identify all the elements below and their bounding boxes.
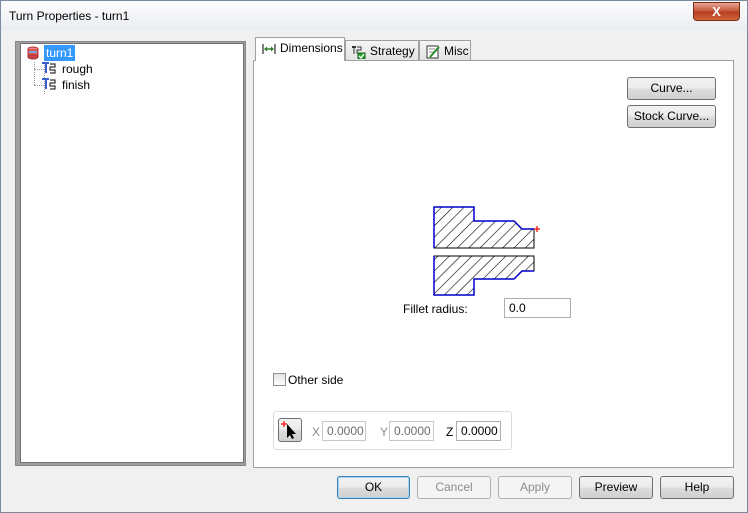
toolpath-icon	[42, 78, 56, 90]
turn-stock-icon	[27, 46, 39, 60]
close-icon: X	[712, 4, 721, 19]
pick-point-button[interactable]	[278, 418, 302, 442]
misc-icon	[426, 45, 440, 59]
dimensions-page: Curve... Stock Curve... Fillet radius: 0…	[253, 60, 734, 468]
operation-tree-panel: turn1 rough finish	[15, 41, 246, 466]
tree-connector	[34, 62, 35, 85]
tree-item-finish[interactable]: finish	[41, 77, 121, 93]
tab-strategy[interactable]: Strategy	[345, 40, 419, 60]
other-side-checkbox[interactable]	[273, 373, 286, 386]
position-group: X 0.0000 Y 0.0000 Z 0.0000	[273, 411, 512, 450]
y-coordinate-field[interactable]: 0.0000	[389, 421, 434, 441]
other-side-label: Other side	[288, 373, 344, 387]
title-bar[interactable]: Turn Properties - turn1 X	[1, 1, 747, 30]
tree-item-rough[interactable]: rough	[41, 61, 121, 77]
x-coordinate-field[interactable]: 0.0000	[322, 421, 366, 441]
profile-upper	[433, 206, 535, 249]
pick-point-icon	[281, 421, 296, 439]
tab-label: Dimensions	[280, 41, 343, 55]
cancel-button[interactable]: Cancel	[417, 476, 491, 499]
turn-profile-preview	[433, 206, 540, 296]
dialog-window: Turn Properties - turn1 X turn1 rough fi…	[0, 0, 748, 513]
properties-tabs: Dimensions Strategy Misc Curve... Stock …	[253, 37, 734, 469]
origin-marker-icon	[534, 226, 540, 232]
tree-item-label: turn1	[44, 45, 76, 61]
tree-item-label: finish	[62, 78, 91, 92]
curve-button[interactable]: Curve...	[627, 77, 716, 100]
z-coordinate-field[interactable]: 0.0000	[456, 421, 501, 441]
z-label: Z	[446, 425, 454, 439]
profile-lower	[433, 255, 535, 296]
help-button[interactable]: Help	[660, 476, 734, 499]
dimension-arrows-icon	[262, 43, 276, 54]
tab-dimensions[interactable]: Dimensions	[255, 37, 345, 61]
y-label: Y	[380, 425, 389, 439]
tree-item-turn1[interactable]: turn1	[25, 45, 105, 61]
apply-button[interactable]: Apply	[498, 476, 572, 499]
tab-label: Misc	[444, 44, 469, 58]
fillet-radius-label: Fillet radius:	[403, 302, 468, 316]
window-title: Turn Properties - turn1	[9, 9, 130, 23]
operation-tree[interactable]: turn1 rough finish	[20, 43, 244, 463]
stock-curve-button[interactable]: Stock Curve...	[627, 105, 716, 128]
preview-button[interactable]: Preview	[579, 476, 653, 499]
ok-button[interactable]: OK	[337, 476, 410, 499]
tab-label: Strategy	[370, 44, 415, 58]
toolpath-icon	[42, 62, 56, 74]
tree-item-label: rough	[62, 62, 93, 76]
x-label: X	[312, 425, 321, 439]
fillet-radius-input[interactable]: 0.0	[504, 298, 571, 318]
tab-misc[interactable]: Misc	[419, 40, 471, 60]
close-button[interactable]: X	[693, 2, 740, 21]
strategy-icon	[352, 45, 366, 59]
